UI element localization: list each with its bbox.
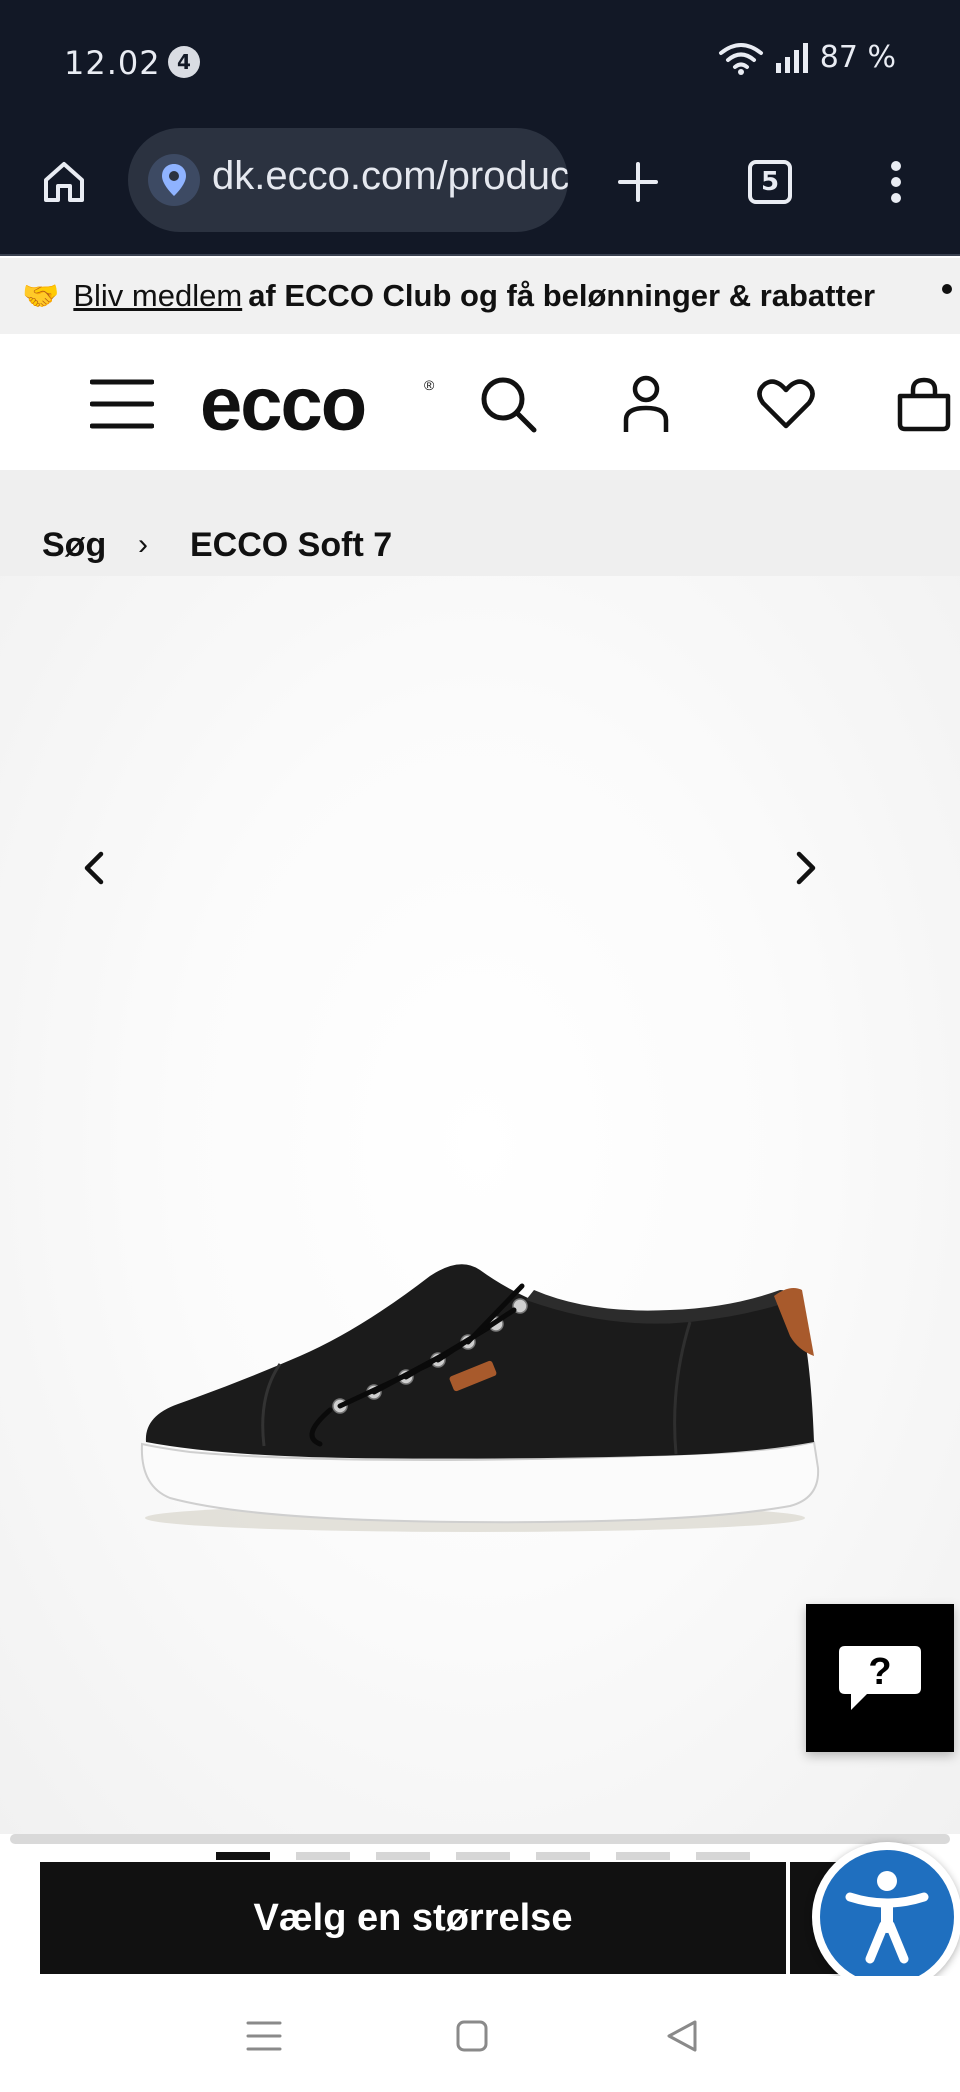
signal-icon (775, 42, 808, 73)
account-icon (623, 375, 669, 432)
menu-icon (90, 379, 154, 429)
gallery-next-button[interactable] (778, 840, 834, 896)
handshake-icon: 🤝 (22, 279, 60, 313)
bag-icon (897, 377, 951, 432)
back-button[interactable] (652, 2006, 712, 2066)
select-size-button[interactable]: Vælg en størrelse (40, 1862, 786, 1974)
home-nav-button[interactable] (442, 2006, 502, 2066)
status-time: 12.02 (64, 44, 161, 82)
breadcrumb-separator: › (138, 528, 148, 561)
bag-button[interactable] (888, 368, 960, 440)
join-club-link[interactable]: Bliv medlem (73, 278, 242, 314)
status-indicators: 87 % (718, 40, 896, 75)
breadcrumb-search[interactable]: Søg (42, 526, 106, 565)
svg-text:?: ? (868, 1651, 891, 1693)
gallery-scrollbar[interactable] (10, 1834, 950, 1844)
wishlist-button[interactable] (750, 368, 822, 440)
search-icon (481, 377, 537, 433)
svg-text:ecco: ecco (200, 370, 365, 442)
ecco-logo[interactable]: ecco ® (200, 370, 440, 442)
location-pin-icon (162, 164, 186, 196)
chat-button[interactable]: ? (806, 1604, 954, 1752)
site-info-icon[interactable] (148, 154, 200, 206)
heart-icon (757, 379, 815, 429)
battery-level: 87 % (819, 40, 896, 75)
gallery-indicator[interactable] (616, 1852, 670, 1860)
search-button[interactable] (472, 368, 544, 440)
accessibility-icon-wrapper (820, 1850, 954, 1984)
breadcrumb: Søg › ECCO Soft 7 (0, 470, 960, 576)
home-button[interactable] (36, 154, 92, 210)
url-text: dk.ecco.com/product (212, 154, 568, 198)
gallery-prev-button[interactable] (66, 840, 122, 896)
carousel-dot (942, 284, 952, 294)
promo-banner: 🤝 Bliv medlem af ECCO Club og få belønni… (0, 258, 960, 334)
plus-icon (618, 162, 658, 202)
gallery-indicator[interactable] (296, 1852, 350, 1860)
gallery-indicator[interactable] (696, 1852, 750, 1860)
browser-menu-button[interactable] (866, 152, 926, 212)
accessibility-icon (845, 1871, 929, 1964)
account-button[interactable] (610, 368, 682, 440)
menu-button[interactable] (86, 368, 158, 440)
breadcrumb-current: ECCO Soft 7 (190, 526, 393, 564)
recents-icon (246, 2021, 282, 2051)
tab-switcher-button[interactable]: 5 (740, 152, 800, 212)
chevron-left-icon (84, 851, 104, 885)
new-tab-button[interactable] (608, 152, 668, 212)
home-square-icon (456, 2020, 488, 2052)
accessibility-button[interactable] (812, 1842, 960, 1992)
product-image (140, 1264, 820, 1532)
site-header: ecco ® (0, 334, 960, 470)
tabs-count: 5 (748, 160, 792, 204)
gallery-indicators (216, 1852, 750, 1860)
promo-text: af ECCO Club og få belønninger & rabatte… (248, 278, 876, 313)
more-vert-icon (891, 161, 901, 203)
address-bar[interactable]: dk.ecco.com/product (128, 128, 568, 232)
gallery-indicator[interactable] (536, 1852, 590, 1860)
system-nav-bar (0, 1976, 960, 2092)
home-icon (44, 162, 84, 202)
gallery-indicator[interactable] (376, 1852, 430, 1860)
wifi-icon (718, 42, 763, 75)
gallery-indicator[interactable] (216, 1852, 270, 1860)
chat-help-icon: ? (839, 1646, 921, 1710)
back-triangle-icon (667, 2020, 697, 2052)
svg-text:®: ® (424, 377, 435, 393)
status-bar: 12.02 4 87 % (0, 0, 960, 124)
gallery-indicator[interactable] (456, 1852, 510, 1860)
recents-button[interactable] (234, 2006, 294, 2066)
notification-badge: 4 (168, 46, 200, 78)
chevron-right-icon (796, 851, 816, 885)
browser-toolbar: dk.ecco.com/product 5 (0, 124, 960, 256)
